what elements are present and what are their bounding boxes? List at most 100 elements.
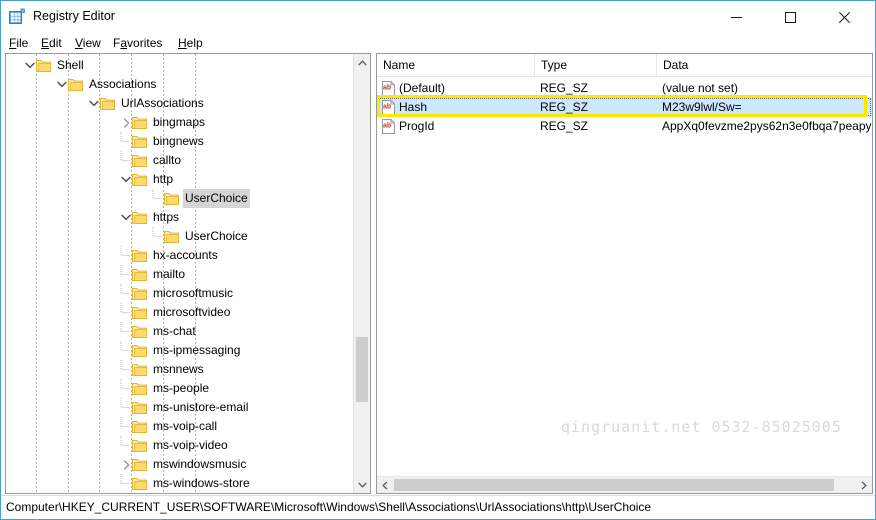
tree-item-mailto[interactable]: mailto	[6, 265, 354, 284]
column-header-data[interactable]: Data	[657, 54, 872, 76]
tree-elbow-line	[120, 341, 130, 360]
menu-file[interactable]: File	[9, 36, 28, 50]
tree-item-ms-chat[interactable]: ms-chat	[6, 322, 354, 341]
tree-item-label: mailto	[153, 267, 186, 281]
string-value-icon: ab	[382, 119, 395, 134]
folder-icon	[132, 287, 147, 300]
close-button[interactable]	[821, 1, 867, 33]
value-name-cell: (Default)	[399, 81, 446, 95]
tree-item-https[interactable]: https	[6, 208, 354, 227]
folder-icon	[132, 439, 147, 452]
tree-item-label: mswindowsmusic	[153, 457, 247, 471]
tree-vertical-scrollbar[interactable]	[353, 54, 370, 493]
tree-item-msnnews[interactable]: msnnews	[6, 360, 354, 379]
tree-elbow-line	[120, 132, 130, 151]
folder-icon	[132, 268, 147, 281]
menu-help[interactable]: Help	[178, 36, 203, 50]
registry-values-panel[interactable]: Name Type Data ab (Default) REG_SZ (value n…	[376, 53, 873, 494]
tree-item-label: bingnews	[153, 134, 204, 148]
tree-item-label: callto	[153, 153, 182, 167]
value-row[interactable]: ab (Default) REG_SZ (value not set)	[377, 79, 872, 98]
minimize-icon	[730, 16, 742, 18]
value-data-cell: AppXq0fevzme2pys62n3e0fbqa7peapykr8v	[662, 119, 872, 133]
tree-elbow-line	[120, 379, 130, 398]
tree-elbow-line	[120, 284, 130, 303]
tree-elbow-line	[120, 474, 130, 493]
tree-item-callto[interactable]: callto	[6, 151, 354, 170]
registry-tree-panel[interactable]: Shell Associations UrlAssociations bingmaps…	[5, 53, 371, 494]
registry-path-text: Computer\HKEY_CURRENT_USER\SOFTWARE\Micr…	[6, 500, 652, 514]
column-header-name[interactable]: Name	[377, 54, 535, 76]
folder-icon	[132, 477, 147, 490]
tree-item-label: UserChoice	[183, 189, 250, 208]
folder-icon	[132, 325, 147, 338]
tree-elbow-line	[120, 398, 130, 417]
tree-item-microsoftvideo[interactable]: microsoftvideo	[6, 303, 354, 322]
chevron-up-icon[interactable]	[354, 54, 370, 71]
tree-item-ms-voip-call[interactable]: ms-voip-call	[6, 417, 354, 436]
tree-item-userchoice[interactable]: UserChoice	[6, 227, 354, 246]
folder-icon	[132, 154, 147, 167]
list-column-headers[interactable]: Name Type Data	[377, 54, 872, 77]
tree-item-label: ms-windows-store	[153, 476, 250, 490]
chevron-left-icon[interactable]	[377, 477, 393, 493]
list-horizontal-scrollbar[interactable]	[377, 476, 872, 493]
tree-viewport[interactable]: Shell Associations UrlAssociations bingmaps…	[6, 54, 354, 493]
tree-elbow-line	[152, 227, 162, 246]
value-row[interactable]: ab Hash REG_SZ M23w9lwl/Sw=	[377, 98, 872, 117]
tree-item-bingmaps[interactable]: bingmaps	[6, 113, 354, 132]
tree-elbow-line	[152, 189, 162, 208]
tree-item-label: https	[153, 210, 180, 224]
folder-icon	[100, 97, 115, 110]
tree-item-label: microsoftmusic	[153, 286, 234, 300]
tree-item-hx-accounts[interactable]: hx-accounts	[6, 246, 354, 265]
tree-item-urlassociations[interactable]: UrlAssociations	[6, 94, 354, 113]
registry-icon	[8, 8, 26, 26]
list-scrollbar-thumb[interactable]	[394, 479, 834, 491]
folder-icon	[132, 249, 147, 262]
tree-item-label: msnnews	[153, 362, 204, 376]
chevron-down-icon[interactable]	[354, 476, 370, 493]
tree-item-shell[interactable]: Shell	[6, 56, 354, 75]
value-name-cell: ProgId	[399, 119, 435, 133]
value-row[interactable]: ab ProgId REG_SZ AppXq0fevzme2pys62n3e0fbqa…	[377, 117, 872, 136]
chevron-right-icon[interactable]	[856, 477, 872, 493]
folder-icon	[132, 344, 147, 357]
tree-item-ms-windows-store[interactable]: ms-windows-store	[6, 474, 354, 493]
svg-text:ab: ab	[383, 84, 391, 91]
tree-item-ms-unistore-email[interactable]: ms-unistore-email	[6, 398, 354, 417]
tree-item-associations[interactable]: Associations	[6, 75, 354, 94]
tree-item-ms-voip-video[interactable]: ms-voip-video	[6, 436, 354, 455]
tree-item-bingnews[interactable]: bingnews	[6, 132, 354, 151]
tree-item-ms-ipmessaging[interactable]: ms-ipmessaging	[6, 341, 354, 360]
value-type-cell: REG_SZ	[540, 119, 589, 133]
folder-icon	[132, 135, 147, 148]
minimize-button[interactable]	[713, 1, 759, 33]
menu-edit[interactable]: Edit	[41, 36, 62, 50]
tree-item-label: bingmaps	[153, 115, 206, 129]
tree-item-mswindowsmusic[interactable]: mswindowsmusic	[6, 455, 354, 474]
tree-item-label: hx-accounts	[153, 248, 218, 262]
maximize-button[interactable]	[767, 1, 813, 33]
string-value-icon: ab	[382, 100, 395, 115]
folder-icon	[132, 363, 147, 376]
tree-item-http[interactable]: http	[6, 170, 354, 189]
tree-item-label: Associations	[89, 77, 157, 91]
value-name-cell: Hash	[399, 100, 428, 114]
tree-item-label: ms-people	[153, 381, 210, 395]
tree-scrollbar-thumb[interactable]	[356, 337, 368, 402]
column-header-type[interactable]: Type	[535, 54, 657, 76]
string-value-icon: ab	[382, 81, 395, 96]
status-bar: Computer\HKEY_CURRENT_USER\SOFTWARE\Micr…	[1, 495, 875, 519]
folder-icon	[164, 192, 179, 205]
tree-item-microsoftmusic[interactable]: microsoftmusic	[6, 284, 354, 303]
tree-item-label: microsoftvideo	[153, 305, 231, 319]
menu-view[interactable]: View	[75, 36, 101, 50]
tree-item-ms-people[interactable]: ms-people	[6, 379, 354, 398]
value-type-cell: REG_SZ	[540, 81, 589, 95]
menu-favorites[interactable]: Favorites	[113, 36, 162, 50]
tree-elbow-line	[120, 151, 130, 170]
tree-item-userchoice[interactable]: UserChoice	[6, 189, 354, 208]
tree-elbow-line	[120, 436, 130, 455]
tree-elbow-line	[120, 303, 130, 322]
